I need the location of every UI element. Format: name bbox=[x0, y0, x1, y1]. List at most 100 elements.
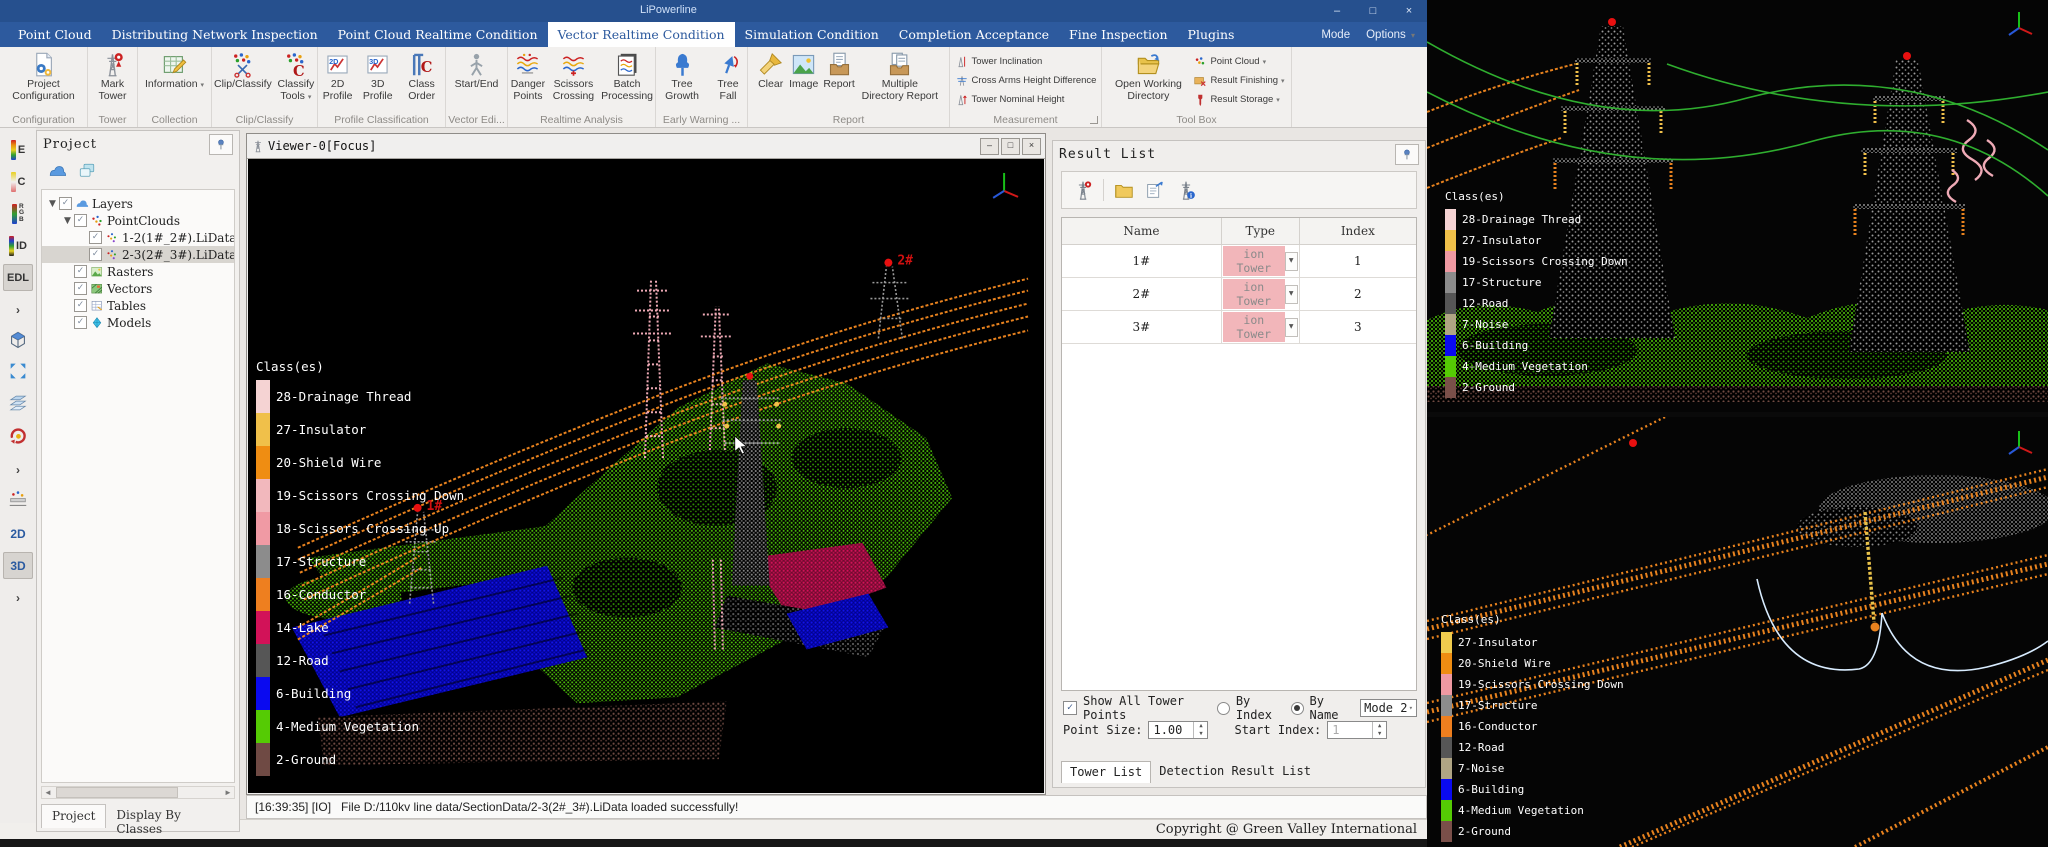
menu-tab-completion-acceptance[interactable]: Completion Acceptance bbox=[889, 22, 1059, 47]
report-button[interactable]: Report bbox=[821, 50, 857, 92]
maximize-button[interactable]: □ bbox=[1363, 2, 1383, 20]
tower-info-button[interactable]: i bbox=[1175, 179, 1197, 201]
menubar-mode-button[interactable]: Mode bbox=[1321, 29, 1350, 41]
open-working-directory-button[interactable]: Open Working Directory bbox=[1106, 50, 1190, 104]
type-dropdown-button[interactable]: ▼ bbox=[1285, 252, 1298, 271]
scroll-left-arrow[interactable]: ◄ bbox=[42, 788, 54, 797]
point-cloud-button[interactable]: Point Cloud▾ bbox=[1193, 52, 1284, 71]
tower-index-cell[interactable]: 2 bbox=[1299, 278, 1416, 311]
tree-item-rasters[interactable]: ✓Rasters bbox=[42, 263, 234, 280]
tower-nominal-height-button[interactable]: Tower Nominal Height bbox=[955, 90, 1097, 109]
menu-tab-distributing-network-inspection[interactable]: Distributing Network Inspection bbox=[102, 22, 328, 47]
menu-tab-plugins[interactable]: Plugins bbox=[1178, 22, 1245, 47]
locate-tower-button[interactable] bbox=[1072, 179, 1094, 201]
tools-more-button[interactable]: › bbox=[3, 584, 33, 611]
scroll-right-arrow[interactable]: ► bbox=[222, 788, 234, 797]
layer-checkbox[interactable]: ✓ bbox=[59, 197, 72, 210]
menubar-options-button[interactable]: Options ▾ bbox=[1366, 29, 1415, 41]
classify-tools-button[interactable]: CClassify Tools ▾ bbox=[275, 50, 317, 104]
project-tree-hscrollbar[interactable]: ◄ ► bbox=[41, 786, 235, 799]
layer-checkbox[interactable]: ✓ bbox=[89, 248, 102, 261]
display-by-rgb-button[interactable]: RGB bbox=[3, 200, 33, 227]
minimize-button[interactable]: – bbox=[1327, 2, 1347, 20]
tower-name-cell[interactable]: 1# bbox=[1062, 245, 1221, 278]
tower-index-cell[interactable]: 1 bbox=[1299, 245, 1416, 278]
type-dropdown-button[interactable]: ▼ bbox=[1285, 318, 1298, 337]
result-pin-button[interactable] bbox=[1395, 144, 1419, 165]
panel-tab-display-by-classes[interactable]: Display By Classes bbox=[106, 804, 239, 828]
scissors-crossing-button[interactable]: Scissors Crossing bbox=[549, 50, 598, 104]
tower-type-cell[interactable]: ion Tower▼ bbox=[1221, 311, 1299, 344]
zoom-extent[interactable] bbox=[3, 360, 33, 387]
layer-checkbox[interactable]: ✓ bbox=[74, 214, 87, 227]
by-name-radio[interactable] bbox=[1291, 702, 1304, 715]
add-data-icon[interactable] bbox=[47, 162, 67, 180]
tower-name-cell[interactable]: 3# bbox=[1062, 311, 1221, 344]
orthogonal-view[interactable] bbox=[3, 328, 33, 355]
tree-item-vectors[interactable]: ✓Vectors bbox=[42, 280, 234, 297]
column-header-name[interactable]: Name bbox=[1062, 218, 1221, 245]
display-by-class-button[interactable]: C bbox=[3, 168, 33, 195]
menu-tab-fine-inspection[interactable]: Fine Inspection bbox=[1059, 22, 1178, 47]
tree-fall-button[interactable]: Tree Fall bbox=[709, 50, 747, 104]
cross-arms-height-difference-button[interactable]: Cross Arms Height Difference bbox=[955, 71, 1097, 90]
tower-name-cell[interactable]: 2# bbox=[1062, 278, 1221, 311]
layer-checkbox[interactable]: ✓ bbox=[74, 282, 87, 295]
layer-checkbox[interactable]: ✓ bbox=[74, 316, 87, 329]
tree-item-tables[interactable]: ✓Tables bbox=[42, 297, 234, 314]
tree-item-pointclouds[interactable]: ▼✓PointClouds bbox=[42, 212, 234, 229]
2d-profile-button[interactable]: 2D2D Profile bbox=[318, 50, 357, 104]
view-2d-button[interactable]: 2D bbox=[3, 520, 33, 547]
start-index-stepper[interactable]: 1 ▲▼ bbox=[1327, 721, 1387, 739]
layer-checkbox[interactable]: ✓ bbox=[74, 265, 87, 278]
tree-item-1-2-1-2-lidata[interactable]: ✓1-2(1#_2#).LiData bbox=[42, 229, 234, 246]
expand-caret-icon[interactable]: ▼ bbox=[46, 199, 59, 209]
menu-tab-point-cloud-realtime-condition[interactable]: Point Cloud Realtime Condition bbox=[328, 22, 548, 47]
result-storage-button[interactable]: Result Storage▾ bbox=[1193, 90, 1284, 109]
result-finishing-button[interactable]: Result Finishing▾ bbox=[1193, 71, 1284, 90]
point-size-stepper[interactable]: 1.00 ▲▼ bbox=[1148, 721, 1208, 739]
edl-shading-button[interactable]: EDL bbox=[3, 264, 33, 291]
view-more-button[interactable]: › bbox=[3, 456, 33, 483]
tower-type-cell[interactable]: ion Tower▼ bbox=[1221, 245, 1299, 278]
column-header-index[interactable]: Index bbox=[1299, 218, 1416, 245]
view-3d-button[interactable]: 3D bbox=[3, 552, 33, 579]
close-button[interactable]: × bbox=[1399, 2, 1419, 20]
class-order-button[interactable]: CClass Order bbox=[398, 50, 445, 104]
viewer-canvas[interactable]: 1# 2# bbox=[248, 159, 1044, 793]
layer-checkbox[interactable]: ✓ bbox=[89, 231, 102, 244]
multiple-directory-report-button[interactable]: Multiple Directory Report bbox=[858, 50, 942, 104]
stepper-arrows[interactable]: ▲▼ bbox=[1372, 722, 1386, 738]
tree-growth-button[interactable]: Tree Growth bbox=[656, 50, 708, 104]
result-tab-tower-list[interactable]: Tower List bbox=[1061, 761, 1151, 783]
layer-checkbox[interactable]: ✓ bbox=[74, 299, 87, 312]
display-by-id-button[interactable]: ID bbox=[3, 232, 33, 259]
show-all-tower-points-checkbox[interactable]: ✓ bbox=[1063, 701, 1077, 715]
by-index-radio[interactable] bbox=[1217, 702, 1230, 715]
export-result-button[interactable] bbox=[1144, 179, 1166, 201]
panel-tab-project[interactable]: Project bbox=[41, 804, 106, 828]
viewer-minimize-button[interactable]: – bbox=[980, 138, 999, 155]
mode-select[interactable]: Mode 2 ▾ bbox=[1360, 699, 1417, 717]
viewer-top-right[interactable]: Class(es)28-Drainage Thread27-Insulator1… bbox=[1427, 0, 2048, 417]
project-configuration-button[interactable]: Project Configuration bbox=[2, 50, 86, 104]
batch-processing-button[interactable]: Batch Processing bbox=[599, 50, 655, 104]
table-row[interactable]: 3#ion Tower▼3 bbox=[1062, 311, 1416, 344]
tower-type-cell[interactable]: ion Tower▼ bbox=[1221, 278, 1299, 311]
viewer-bottom-right[interactable]: Class(es)27-Insulator20-Shield Wire19-Sc… bbox=[1427, 417, 2048, 847]
profile-tool[interactable] bbox=[3, 488, 33, 515]
add-dataset-icon[interactable] bbox=[77, 162, 97, 180]
clear-button[interactable]: Clear bbox=[755, 50, 786, 92]
tree-item-layers[interactable]: ▼✓Layers bbox=[42, 195, 234, 212]
table-row[interactable]: 1#ion Tower▼1 bbox=[1062, 245, 1416, 278]
menu-tab-point-cloud[interactable]: Point Cloud bbox=[8, 22, 102, 47]
tree-item-2-3-2-3-lidata[interactable]: ✓2-3(2#_3#).LiData bbox=[42, 246, 234, 263]
stepper-arrows[interactable]: ▲▼ bbox=[1193, 722, 1207, 738]
menu-tab-vector-realtime-condition[interactable]: Vector Realtime Condition bbox=[548, 22, 735, 47]
column-header-type[interactable]: Type bbox=[1221, 218, 1299, 245]
tower-inclination-button[interactable]: Tower Inclination bbox=[955, 52, 1097, 71]
3d-profile-button[interactable]: 3D3D Profile bbox=[358, 50, 397, 104]
table-row[interactable]: 2#ion Tower▼2 bbox=[1062, 278, 1416, 311]
display-more-button[interactable]: › bbox=[3, 296, 33, 323]
image-button[interactable]: Image bbox=[787, 50, 820, 92]
